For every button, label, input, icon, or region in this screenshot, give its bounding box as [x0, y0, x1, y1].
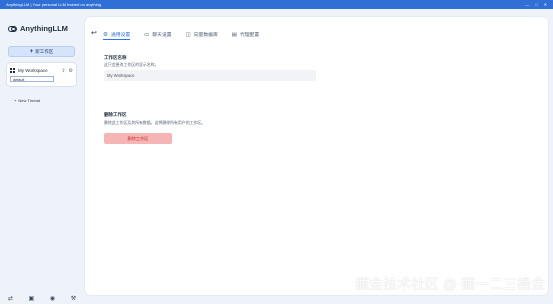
- app-logo: AnythingLLM: [8, 24, 68, 33]
- tab-general-settings[interactable]: ⚙ 通用设置: [103, 30, 131, 40]
- new-workspace-label: 新工作区: [35, 48, 54, 54]
- support-icon[interactable]: ⇄: [8, 295, 13, 302]
- tab-vector-database[interactable]: ◫ 向量数据库: [186, 30, 218, 39]
- plus-icon: +: [29, 48, 34, 55]
- tab-chat-settings[interactable]: ▭ 聊天设置: [144, 30, 171, 39]
- delete-workspace-button[interactable]: 删除工作区: [104, 133, 172, 144]
- docs-icon[interactable]: ▣: [29, 295, 35, 302]
- sidebar-footer: ⇄ ▣ ◉ ⚒: [0, 292, 84, 304]
- back-arrow-icon[interactable]: ↩: [91, 29, 97, 37]
- new-thread-button[interactable]: + New Thread: [14, 98, 40, 103]
- settings-icon[interactable]: ⚒: [71, 295, 76, 302]
- gear-icon[interactable]: ⚙: [69, 68, 73, 74]
- workspace-grid-icon: [10, 68, 15, 73]
- wrench-icon: ⚙: [103, 31, 108, 38]
- close-button[interactable]: ✕: [544, 0, 547, 9]
- delete-workspace-title: 删除工作区: [104, 112, 127, 117]
- settings-tabs: ⚙ 通用设置 ▭ 聊天设置 ◫ 向量数据库 ▤ 代理配置: [103, 30, 259, 40]
- workspace-name-input[interactable]: [104, 70, 316, 81]
- workspace-item[interactable]: My Workspace ⇪ ⚙ default: [7, 63, 76, 86]
- agent-icon: ▤: [231, 31, 237, 38]
- chat-icon: ▭: [144, 31, 150, 38]
- new-thread-label: New Thread: [18, 98, 41, 103]
- discord-icon[interactable]: ◉: [50, 295, 55, 302]
- app-name: AnythingLLM: [20, 24, 68, 33]
- tab-label: 向量数据库: [193, 33, 218, 38]
- workspace-settings-panel: ↩ ⚙ 通用设置 ▭ 聊天设置 ◫ 向量数据库 ▤ 代理配置 工作区名称 这只会…: [85, 17, 548, 295]
- workspace-actions: ⇪ ⚙: [61, 68, 73, 74]
- workspace-name-description: 这只会更改工作区的显示名称。: [104, 62, 159, 67]
- tab-label: 代理配置: [239, 33, 260, 38]
- logo-icon: [8, 25, 17, 32]
- database-icon: ◫: [185, 31, 191, 38]
- new-workspace-button[interactable]: + 新工作区: [8, 46, 75, 57]
- upload-icon[interactable]: ⇪: [61, 68, 65, 74]
- tab-agent-config[interactable]: ▤ 代理配置: [232, 30, 259, 39]
- plus-icon: +: [14, 98, 17, 103]
- watermark-text: 掘金技术社区 @ 掘一二三桶金: [355, 276, 545, 292]
- window-titlebar: AnythingLLM | Your personal LLM trained …: [0, 0, 553, 9]
- workspace-row[interactable]: My Workspace ⇪ ⚙: [10, 66, 73, 75]
- window-controls: — □ ✕: [525, 0, 547, 9]
- workspace-name: My Workspace: [18, 68, 48, 73]
- window-title: AnythingLLM | Your personal LLM trained …: [6, 2, 102, 7]
- workspace-name-title: 工作区名称: [104, 55, 127, 60]
- minimize-button[interactable]: —: [525, 0, 529, 9]
- sidebar: AnythingLLM + 新工作区 My Workspace ⇪ ⚙ defa…: [0, 9, 84, 303]
- tab-label: 通用设置: [110, 33, 131, 38]
- tab-label: 聊天设置: [152, 33, 172, 38]
- thread-default[interactable]: default: [10, 76, 54, 82]
- maximize-button[interactable]: □: [535, 0, 537, 9]
- delete-workspace-description: 删除此工作区及其所有数据。这将删除所有用户的工作区。: [104, 120, 206, 125]
